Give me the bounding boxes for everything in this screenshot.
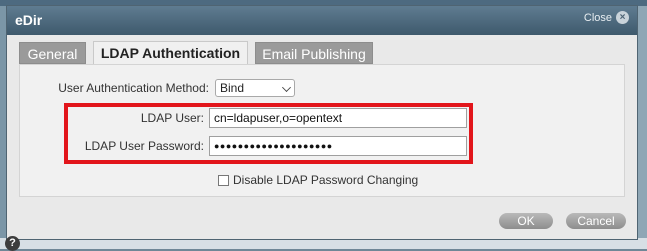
tab-email-publishing[interactable]: Email Publishing <box>255 42 373 64</box>
chevron-down-icon <box>282 83 291 92</box>
background-right-strip <box>637 6 647 249</box>
close-icon: × <box>616 11 629 24</box>
close-label: Close <box>583 11 612 24</box>
auth-method-label: User Authentication Method: <box>58 81 209 95</box>
disable-password-changing-checkbox[interactable] <box>218 174 229 186</box>
dialog-titlebar: eDir Close × <box>7 6 637 35</box>
auth-method-value: Bind <box>220 81 245 95</box>
close-button[interactable]: Close × <box>584 11 629 24</box>
tab-general[interactable]: General <box>19 42 86 64</box>
cancel-button[interactable]: Cancel <box>566 213 626 229</box>
edir-dialog: eDir Close × General LDAP Authentication… <box>6 5 638 240</box>
ldap-password-input[interactable]: ●●●●●●●●●●●●●●●●●●●● <box>209 136 467 156</box>
disable-password-changing-label[interactable]: Disable LDAP Password Changing <box>233 173 418 187</box>
ldap-password-label: LDAP User Password: <box>84 139 204 153</box>
ldap-user-label: LDAP User: <box>140 111 204 125</box>
ok-button[interactable]: OK <box>499 213 553 229</box>
ldap-user-input[interactable]: cn=ldapuser,o=opentext <box>209 108 467 128</box>
dialog-title: eDir <box>15 12 43 28</box>
auth-method-select[interactable]: Bind <box>215 79 295 97</box>
tab-ldap-authentication[interactable]: LDAP Authentication <box>93 41 248 65</box>
disable-password-changing-row: Disable LDAP Password Changing <box>218 173 418 187</box>
ldap-authentication-panel: User Authentication Method: Bind LDAP Us… <box>19 64 625 197</box>
